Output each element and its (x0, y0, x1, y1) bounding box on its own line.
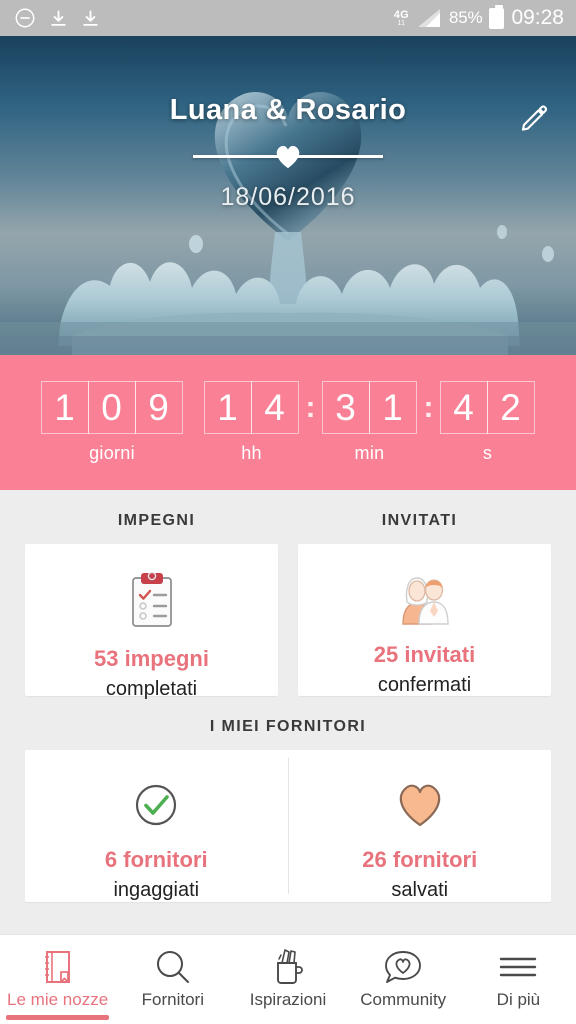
countdown-digit: 4 (250, 381, 299, 434)
countdown-banner: 1 0 9 giorni 1 4 hh : 3 1 min: 4 2 s (0, 355, 576, 490)
countdown-label-minutes: min (354, 443, 385, 463)
couple-icon (393, 570, 457, 628)
countdown-digit: 2 (486, 381, 535, 434)
app-root: 4G 11 85% 09:28 Luana & Rosario 18/06/20… (0, 0, 576, 1024)
battery-percent-label: 85% (449, 8, 483, 27)
network-type-indicator: 4G 11 (393, 8, 409, 27)
nav-label-ispirazioni: Ispirazioni (249, 990, 327, 1009)
hero-text-block: Luana & Rosario 18/06/2016 (0, 94, 576, 212)
heart-icon (276, 145, 300, 169)
nav-item-le-mie-nozze[interactable]: Le mie nozze (0, 935, 115, 1024)
countdown-separator: : (423, 391, 434, 424)
couple-names: Luana & Rosario (169, 94, 407, 126)
nav-item-di-piu[interactable]: Di più (461, 935, 576, 1024)
nav-label-fornitori: Fornitori (141, 990, 204, 1009)
countdown-digit: 1 (40, 381, 89, 434)
countdown-label-days: giorni (89, 443, 135, 463)
impegni-status: completati (105, 678, 198, 700)
fornitori-salvati-status: salvati (391, 879, 449, 901)
countdown-digits-seconds: 4 2 (439, 381, 535, 434)
book-icon (40, 947, 76, 987)
status-bar-right-icons: 4G 11 85% 09:28 (393, 4, 564, 30)
countdown-group-hours: 1 4 hh (203, 381, 299, 464)
nav-item-fornitori[interactable]: Fornitori (115, 935, 230, 1024)
wedding-date: 18/06/2016 (220, 183, 356, 211)
battery-icon (489, 4, 505, 29)
status-bar: 4G 11 85% 09:28 (0, 0, 576, 36)
countdown-row: 1 0 9 giorni 1 4 hh : 3 1 min: 4 2 s (40, 381, 535, 464)
fornitori-ingaggiati-count: 6 fornitori (104, 847, 208, 872)
countdown-separator: : (305, 391, 316, 424)
download-icon (51, 9, 66, 26)
heart-divider (193, 141, 383, 171)
hamburger-icon (498, 947, 538, 987)
impegni-count: 53 impegni (94, 646, 209, 671)
countdown-label-hours: hh (241, 443, 262, 463)
clock-label: 09:28 (511, 6, 564, 29)
bottom-navigation: Le mie nozze Fornitori Ispirazioni Commu… (0, 934, 576, 1024)
fornitori-ingaggiati-status: ingaggiati (113, 879, 200, 901)
countdown-digits-days: 1 0 9 (40, 381, 183, 434)
invitati-count: 25 invitati (373, 642, 476, 667)
download-icon (83, 9, 98, 26)
stats-cards-row: 53 impegni completati 25 invitati confer… (25, 544, 551, 700)
countdown-digits-minutes: 3 1 (321, 381, 417, 434)
card-fornitori: 6 fornitori ingaggiati 26 fornitori salv… (25, 750, 551, 902)
network-type-label: 4G (393, 8, 409, 21)
countdown-digit: 1 (368, 381, 417, 434)
countdown-digits-hours: 1 4 (203, 381, 299, 434)
nav-label-le-mie-nozze: Le mie nozze (7, 990, 109, 1009)
minus-circle-icon (15, 8, 35, 28)
nav-item-ispirazioni[interactable]: Ispirazioni (230, 935, 345, 1024)
countdown-digit: 0 (87, 381, 136, 434)
fornitori-salvati-count: 26 fornitori (362, 847, 478, 872)
nav-label-community: Community (360, 990, 447, 1009)
countdown-label-seconds: s (482, 443, 493, 463)
countdown-group-minutes: 3 1 min (321, 381, 417, 464)
nav-item-community[interactable]: Community (346, 935, 461, 1024)
nav-active-indicator (6, 1015, 110, 1020)
heart-filled-icon (395, 776, 445, 833)
countdown-digit: 9 (134, 381, 183, 434)
nav-label-di-piu: Di più (496, 990, 541, 1009)
countdown-group-seconds: 4 2 s (439, 381, 535, 464)
main-content: IMPEGNI INVITATI 53 impegni completati 2… (0, 490, 576, 934)
hero-banner: Luana & Rosario 18/06/2016 (0, 36, 576, 355)
card-fornitori-ingaggiati[interactable]: 6 fornitori ingaggiati (25, 750, 288, 902)
search-icon (154, 947, 192, 987)
pencil-cup-icon (269, 947, 307, 987)
countdown-digit: 3 (321, 381, 370, 434)
signal-bars-icon (418, 9, 440, 27)
countdown-digit: 1 (203, 381, 252, 434)
countdown-digit: 4 (439, 381, 488, 434)
clipboard-checklist-icon (125, 570, 179, 632)
card-invitati[interactable]: 25 invitati confermati (298, 544, 551, 696)
card-impegni[interactable]: 53 impegni completati (25, 544, 278, 700)
section-title-impegni: IMPEGNI (117, 512, 196, 529)
invitati-status: confermati (377, 674, 472, 696)
section-title-fornitori: I MIEI FORNITORI (209, 718, 367, 735)
card-fornitori-salvati[interactable]: 26 fornitori salvati (289, 750, 552, 902)
status-bar-left-icons (14, 7, 100, 29)
network-sub-label: 11 (397, 19, 406, 27)
countdown-group-days: 1 0 9 giorni (40, 381, 183, 464)
section-title-invitati: INVITATI (381, 512, 458, 529)
section-titles-row: IMPEGNI INVITATI (25, 490, 551, 544)
check-circle-icon (132, 776, 180, 833)
speech-heart-icon (383, 947, 423, 987)
